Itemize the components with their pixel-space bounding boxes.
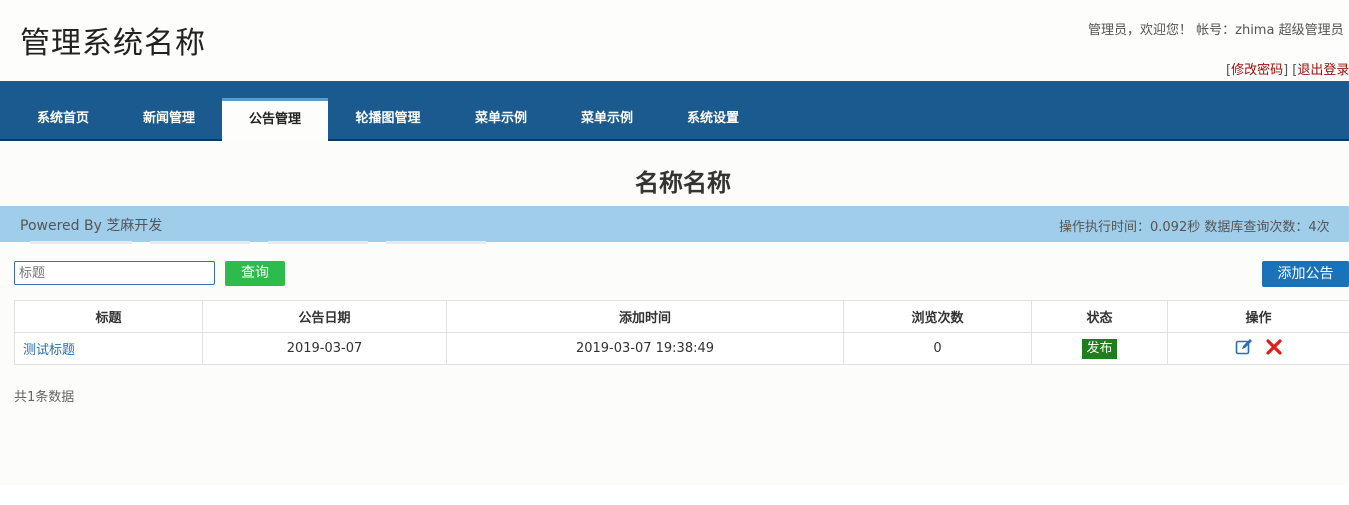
column-header-date: 公告日期 xyxy=(202,300,447,333)
cell-status: 发布 xyxy=(1031,332,1168,365)
column-header-views: 浏览次数 xyxy=(843,300,1032,333)
user-links: [修改密码] [退出登录 xyxy=(1226,63,1349,78)
notice-title-link[interactable]: 测试标题 xyxy=(23,343,75,358)
cell-date: 2019-03-07 xyxy=(202,332,447,365)
execution-stats: 操作执行时间：0.092秒 数据库查询次数：4次 xyxy=(1059,220,1330,235)
add-notice-button[interactable]: 添加公告 xyxy=(1262,261,1349,287)
divider xyxy=(386,241,486,244)
info-bar: Powered By 芝麻开发 操作执行时间：0.092秒 数据库查询次数：4次 xyxy=(0,206,1349,242)
table-header-row: 标题 公告日期 添加时间 浏览次数 状态 操作 xyxy=(14,300,1349,333)
divider xyxy=(30,241,132,244)
column-header-title: 标题 xyxy=(14,300,203,333)
delete-icon[interactable] xyxy=(1265,338,1283,356)
main-nav: 系统首页 新闻管理 公告管理 轮播图管理 菜单示例 菜单示例 系统设置 xyxy=(0,81,1349,141)
user-greeting: 管理员，欢迎您！ 帐号：zhima 超级管理员 xyxy=(1088,23,1344,38)
cell-views: 0 xyxy=(843,332,1032,365)
title-search-input[interactable] xyxy=(14,261,215,285)
nav-item-notices[interactable]: 公告管理 xyxy=(222,98,328,141)
status-badge[interactable]: 发布 xyxy=(1082,338,1117,359)
search-button[interactable]: 查询 xyxy=(225,261,285,286)
nav-item-home[interactable]: 系统首页 xyxy=(24,99,102,141)
divider xyxy=(268,241,368,244)
cell-added: 2019-03-07 19:38:49 xyxy=(446,332,844,365)
column-header-actions: 操作 xyxy=(1167,300,1349,333)
nav-item-menu-example-2[interactable]: 菜单示例 xyxy=(568,99,646,141)
column-header-added: 添加时间 xyxy=(446,300,844,333)
nav-item-settings[interactable]: 系统设置 xyxy=(674,99,752,141)
divider xyxy=(150,241,250,244)
nav-item-news[interactable]: 新闻管理 xyxy=(130,99,208,141)
table-row: 测试标题 2019-03-07 2019-03-07 19:38:49 0 发布 xyxy=(14,332,1349,365)
change-password-link[interactable]: 修改密码 xyxy=(1231,63,1283,78)
column-header-status: 状态 xyxy=(1031,300,1168,333)
nav-item-menu-example-1[interactable]: 菜单示例 xyxy=(462,99,540,141)
header: 管理系统名称 管理员，欢迎您！ 帐号：zhima 超级管理员 [修改密码] [退… xyxy=(0,0,1349,81)
logout-link[interactable]: 退出登录 xyxy=(1297,63,1349,78)
total-count: 共1条数据 xyxy=(14,390,75,405)
nav-item-carousel[interactable]: 轮播图管理 xyxy=(344,99,432,141)
cell-actions xyxy=(1167,332,1349,365)
page-heading: 名称名称 xyxy=(635,169,731,197)
content-area: 名称名称 Powered By 芝麻开发 操作执行时间：0.092秒 数据库查询… xyxy=(0,141,1349,485)
notice-table: 标题 公告日期 添加时间 浏览次数 状态 操作 测试标题 2019-03-07 … xyxy=(14,300,1349,365)
cell-title: 测试标题 xyxy=(14,332,203,365)
app-title: 管理系统名称 xyxy=(20,26,206,61)
powered-by: Powered By 芝麻开发 xyxy=(20,218,163,234)
edit-icon[interactable] xyxy=(1235,338,1253,356)
